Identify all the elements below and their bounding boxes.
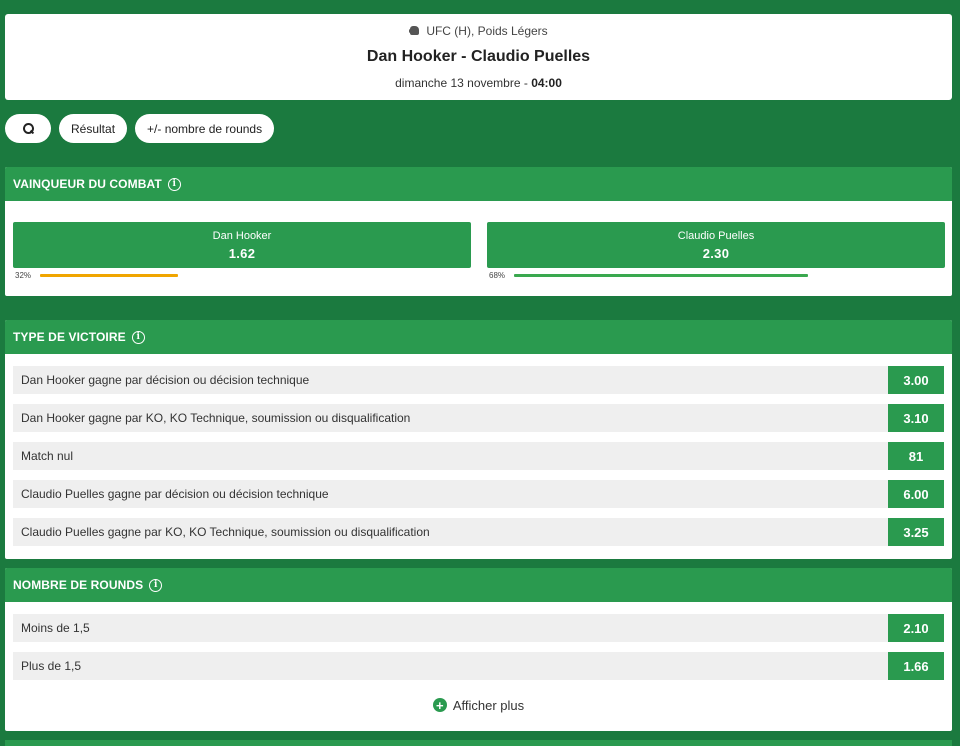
odd-row-value[interactable]: 3.10 bbox=[888, 404, 944, 432]
rounds-market: NOMBRE DE ROUNDS i Moins de 1,5 2.10 Plu… bbox=[5, 568, 952, 731]
filter-rounds[interactable]: +/- nombre de rounds bbox=[135, 114, 275, 143]
rounds-market-header[interactable]: NOMBRE DE ROUNDS i bbox=[5, 568, 952, 602]
rounds-rows: Moins de 1,5 2.10 Plus de 1,5 1.66 bbox=[5, 602, 952, 680]
next-section-strip bbox=[5, 740, 952, 746]
odd-row[interactable]: Claudio Puelles gagne par décision ou dé… bbox=[13, 480, 944, 508]
winner-market-title: VAINQUEUR DU COMBAT bbox=[13, 177, 162, 191]
show-more-button[interactable]: + Afficher plus bbox=[5, 690, 952, 720]
odd-row-label: Claudio Puelles gagne par décision ou dé… bbox=[13, 480, 888, 508]
event-title: Dan Hooker - Claudio Puelles bbox=[366, 48, 591, 65]
odd-row[interactable]: Claudio Puelles gagne par KO, KO Techniq… bbox=[13, 518, 944, 546]
winner-market-header[interactable]: VAINQUEUR DU COMBAT i bbox=[5, 167, 952, 201]
event-header: UFC (H), Poids Légers Dan Hooker - Claud… bbox=[5, 14, 952, 100]
fighter-1-name: Dan Hooker bbox=[212, 230, 272, 242]
fighter-1-percent: 32% bbox=[15, 271, 32, 280]
fighter-2-percent: 68% bbox=[489, 271, 506, 280]
victory-type-rows: Dan Hooker gagne par décision ou décisio… bbox=[5, 354, 952, 546]
odd-row[interactable]: Plus de 1,5 1.66 bbox=[13, 652, 944, 680]
victory-type-title: TYPE DE VICTOIRE bbox=[13, 330, 126, 344]
league-line: UFC (H), Poids Légers bbox=[5, 24, 952, 38]
odd-row-label: Moins de 1,5 bbox=[13, 614, 888, 642]
event-time: 04:00 bbox=[531, 76, 562, 90]
odd-button-fighter-2[interactable]: Claudio Puelles 2.30 bbox=[487, 222, 945, 268]
filter-resultat[interactable]: Résultat bbox=[59, 114, 128, 143]
event-date: dimanche 13 novembre - 04:00 bbox=[5, 76, 952, 90]
winner-market: VAINQUEUR DU COMBAT i Dan Hooker 1.62 32… bbox=[5, 167, 952, 296]
odd-row[interactable]: Moins de 1,5 2.10 bbox=[13, 614, 944, 642]
info-icon[interactable]: i bbox=[167, 177, 181, 191]
winner-market-body: Dan Hooker 1.62 32% Claudio Puelles 2.30… bbox=[5, 201, 952, 296]
odd-row-label: Dan Hooker gagne par décision ou décisio… bbox=[13, 366, 888, 394]
show-more-label: Afficher plus bbox=[452, 697, 525, 713]
odd-row-value[interactable]: 81 bbox=[888, 442, 944, 470]
fighter-1-odd: 1.62 bbox=[228, 246, 256, 261]
boxing-glove-icon bbox=[409, 26, 421, 36]
plus-circle-icon: + bbox=[432, 698, 447, 712]
odd-row-value[interactable]: 1.66 bbox=[888, 652, 944, 680]
search-button[interactable] bbox=[5, 114, 51, 143]
rounds-market-title: NOMBRE DE ROUNDS bbox=[13, 578, 144, 592]
victory-type-header[interactable]: TYPE DE VICTOIRE i bbox=[5, 320, 952, 354]
odd-row-value[interactable]: 2.10 bbox=[888, 614, 944, 642]
fighter-1-percent-bar bbox=[40, 274, 178, 277]
odd-row-value[interactable]: 3.25 bbox=[888, 518, 944, 546]
market-filters: Résultat +/- nombre de rounds bbox=[5, 114, 275, 143]
odd-row[interactable]: Match nul 81 bbox=[13, 442, 944, 470]
fighter-2-odd: 2.30 bbox=[702, 246, 730, 261]
odd-row-label: Claudio Puelles gagne par KO, KO Techniq… bbox=[13, 518, 888, 546]
info-icon[interactable]: i bbox=[149, 578, 163, 592]
odd-row-label: Match nul bbox=[13, 442, 888, 470]
odd-row-label: Dan Hooker gagne par KO, KO Technique, s… bbox=[13, 404, 888, 432]
odd-row[interactable]: Dan Hooker gagne par décision ou décisio… bbox=[13, 366, 944, 394]
odd-row-value[interactable]: 3.00 bbox=[888, 366, 944, 394]
event-date-text: dimanche 13 novembre - bbox=[395, 76, 532, 90]
odd-row-label: Plus de 1,5 bbox=[13, 652, 888, 680]
odd-row-value[interactable]: 6.00 bbox=[888, 480, 944, 508]
fighter-2-percent-bar bbox=[514, 274, 808, 277]
league-name: UFC (H), Poids Légers bbox=[426, 24, 548, 38]
odd-button-fighter-1[interactable]: Dan Hooker 1.62 bbox=[13, 222, 471, 268]
search-icon bbox=[22, 123, 34, 134]
odd-row[interactable]: Dan Hooker gagne par KO, KO Technique, s… bbox=[13, 404, 944, 432]
fighter-2-name: Claudio Puelles bbox=[677, 230, 755, 242]
victory-type-market: TYPE DE VICTOIRE i Dan Hooker gagne par … bbox=[5, 320, 952, 559]
info-icon[interactable]: i bbox=[131, 330, 145, 344]
